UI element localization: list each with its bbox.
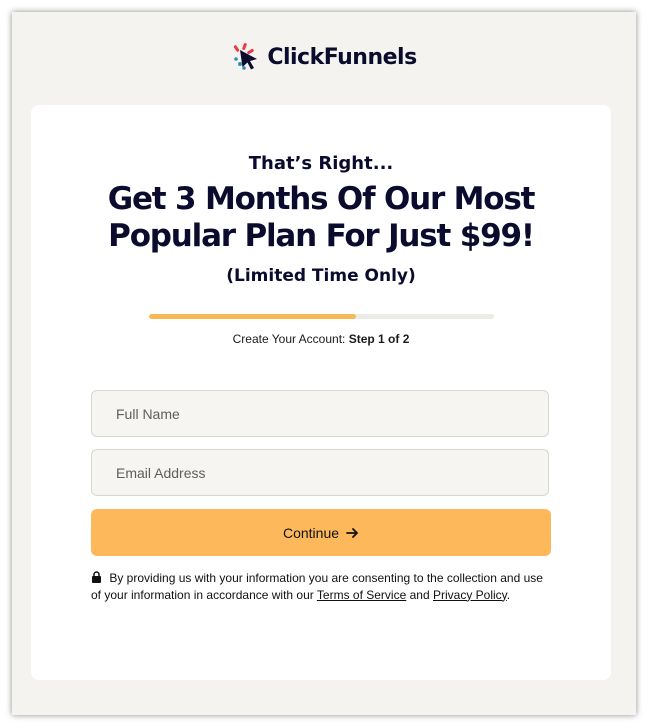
consent-and: and	[409, 587, 430, 602]
progress-bar	[149, 314, 494, 319]
lock-icon	[92, 571, 101, 583]
clickfunnels-logo-icon	[234, 43, 258, 70]
eyebrow-text: That’s Right...	[248, 153, 394, 174]
consent-notice: By providing us with your information yo…	[91, 570, 556, 603]
brand-name: ClickFunnels	[267, 44, 417, 70]
full-name-input[interactable]	[91, 390, 549, 437]
page-headline: Get 3 Months Of Our Most Popular Plan Fo…	[107, 181, 536, 254]
step-label-step: Step 1 of 2	[348, 332, 410, 346]
signup-card: That’s Right... Get 3 Months Of Our Most…	[31, 105, 611, 680]
page-frame: ClickFunnels That’s Right... Get 3 Month…	[12, 12, 636, 715]
progress-bar-fill	[149, 314, 356, 319]
arrow-right-icon	[346, 527, 358, 538]
brand-logo[interactable]: ClickFunnels	[12, 42, 636, 72]
consent-end: .	[506, 587, 511, 602]
privacy-policy-link[interactable]: Privacy Policy	[433, 588, 507, 602]
step-indicator: Create Your Account: Step 1 of 2	[31, 332, 611, 346]
email-input[interactable]	[91, 449, 549, 496]
continue-button-label: Continue	[282, 524, 340, 541]
terms-of-service-link[interactable]: Terms of Service	[317, 588, 406, 602]
step-label-prefix: Create Your Account:	[232, 332, 346, 346]
subheadline: (Limited Time Only)	[226, 266, 416, 286]
continue-button[interactable]: Continue	[91, 509, 551, 556]
